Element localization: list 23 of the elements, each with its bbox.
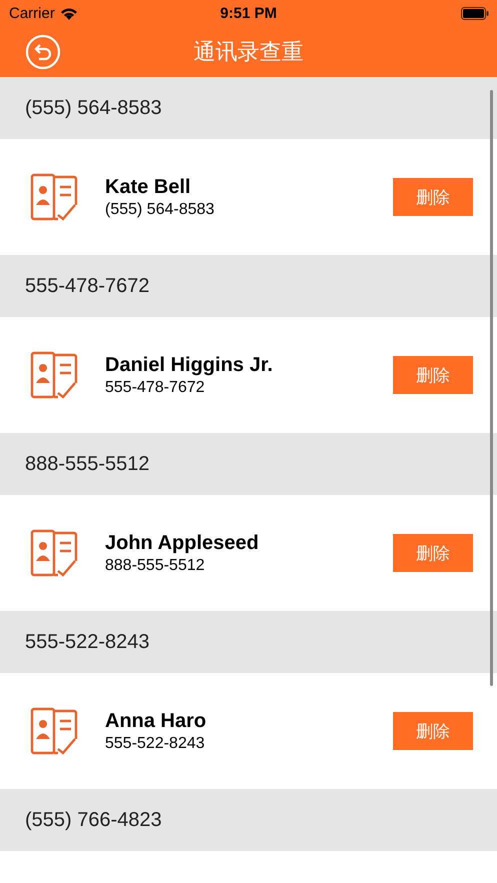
header-phone: (555) 564-8583 [25,96,162,120]
wifi-icon [60,6,78,20]
contact-phone: (555) 564-8583 [105,200,216,218]
contact-name: Anna Haro [105,710,208,732]
delete-button[interactable]: 删除 [393,712,473,750]
contact-name: John Appleseed [105,532,260,554]
page-title: 通讯录查重 [194,38,304,66]
delete-button[interactable]: 删除 [393,178,473,216]
contact-phone: 555-478-7672 [105,378,206,396]
header-phone: 888-555-5512 [25,452,150,476]
contact-name: Daniel Higgins Jr. [105,354,274,376]
battery-icon [461,6,489,20]
header-phone: 555-522-8243 [25,630,150,654]
header-phone: 555-478-7672 [25,274,150,298]
back-button[interactable] [25,34,61,70]
carrier-label: Carrier [9,4,55,22]
status-time: 9:51 PM [220,4,277,22]
delete-button[interactable]: 删除 [393,534,473,572]
contact-name: Kate Bell [105,176,192,198]
contact-phone: 555-522-8243 [105,734,206,752]
delete-button[interactable]: 删除 [393,356,473,394]
contact-phone: 888-555-5512 [105,556,206,574]
header-phone: (555) 766-4823 [25,808,162,832]
